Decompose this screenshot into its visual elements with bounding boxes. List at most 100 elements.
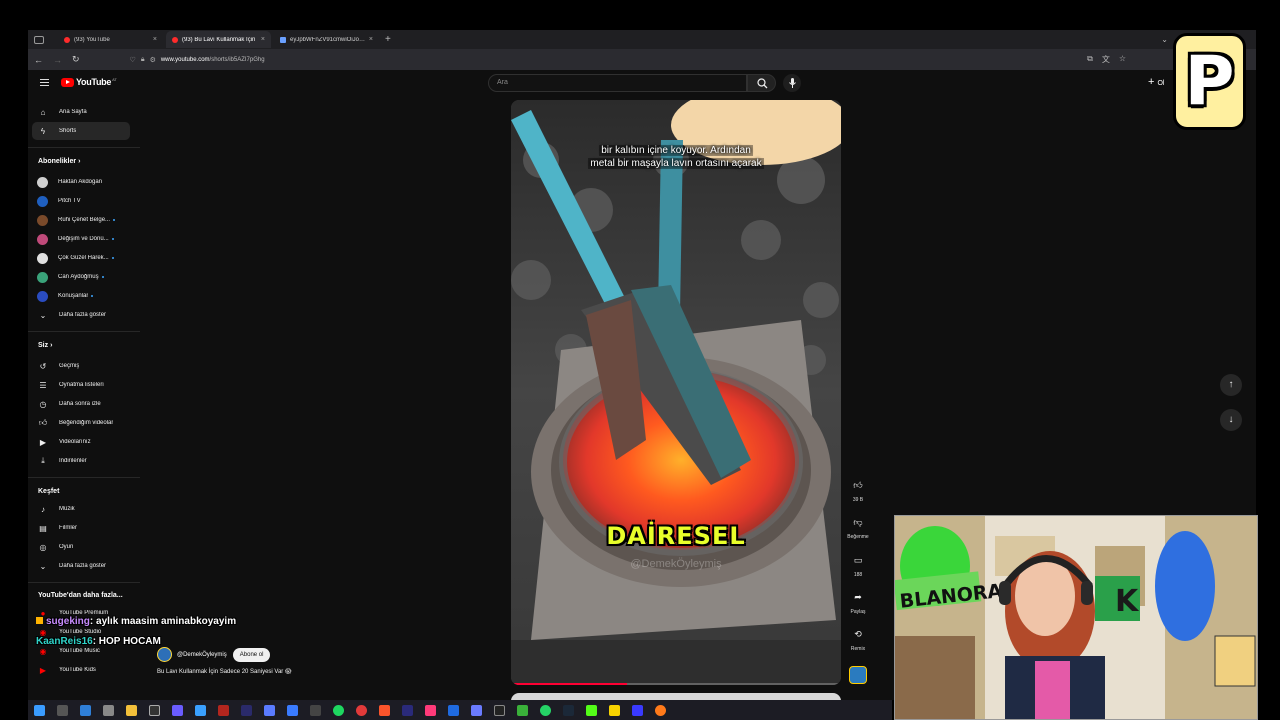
app-icon[interactable] bbox=[310, 704, 321, 716]
app-icon[interactable] bbox=[632, 704, 643, 716]
remix-icon: ⟲ bbox=[854, 629, 862, 639]
sidebar-item-music[interactable]: ♪ Müzik bbox=[32, 500, 130, 518]
subscriptions-header[interactable]: Abonelikler › bbox=[38, 158, 80, 165]
sidebar-item-your-videos[interactable]: ▶ Videolarınız bbox=[32, 433, 130, 451]
spotify-icon[interactable] bbox=[333, 704, 344, 716]
sidebar-sub-cok-guzel[interactable]: Çok Güzel Harek... bbox=[32, 249, 130, 267]
tab-image-url[interactable]: eyJpbWFnZV91cmwiOiJodHRw × bbox=[274, 31, 379, 48]
window-menu-icon[interactable] bbox=[34, 35, 44, 44]
short-video-player[interactable]: bir kalıbın içine koyuyor. Ardından meta… bbox=[511, 100, 841, 685]
sidebar-show-more[interactable]: ⌄ Daha fazla göster bbox=[32, 306, 130, 324]
app-icon[interactable] bbox=[287, 704, 298, 716]
site-info-icon[interactable]: ♡ bbox=[130, 56, 136, 64]
app-icon[interactable] bbox=[517, 704, 528, 716]
close-tab-icon[interactable]: × bbox=[261, 36, 265, 43]
translate-icon[interactable]: 文 bbox=[1102, 54, 1110, 65]
sidebar-item-yt-kids[interactable]: ▶ YouTube Kids bbox=[32, 661, 130, 679]
screen: (93) YouTube × (93) Bu Lavı Kullanmak İç… bbox=[0, 0, 1280, 720]
share-button[interactable]: ➦ Paylaş bbox=[845, 587, 871, 615]
short-title[interactable]: Bu Lavı Kullanmak İçin Sadece 20 Saniyes… bbox=[157, 668, 291, 675]
task-view-icon[interactable] bbox=[57, 704, 68, 716]
sidebar-item-liked[interactable]: 👍︎ Beğendiğim videolar bbox=[32, 414, 130, 432]
sidebar-sub-haktan[interactable]: Haktan Akdogan bbox=[32, 173, 130, 191]
create-button[interactable]: + Ol bbox=[1148, 76, 1164, 88]
app-icon[interactable] bbox=[471, 704, 482, 716]
menu-hamburger-icon[interactable] bbox=[40, 79, 49, 86]
channel-name[interactable]: @DemekÖyleymiş bbox=[177, 652, 227, 658]
app-icon[interactable] bbox=[264, 704, 275, 716]
sidebar-item-home[interactable]: ⌂ Ana Sayfa bbox=[32, 103, 130, 121]
kick-icon[interactable] bbox=[586, 704, 597, 716]
start-icon[interactable] bbox=[34, 704, 45, 716]
sidebar-item-downloads[interactable]: ⤓ İndirilenler bbox=[32, 452, 130, 470]
chevron-down-icon: ⌄ bbox=[39, 561, 47, 571]
search-input[interactable]: Ara bbox=[488, 74, 747, 92]
url-field[interactable]: ♡ 🔒︎ ⚙ www.youtube.com/shorts/ib5AZI7pGh… bbox=[130, 56, 265, 64]
sidebar-sub-konusanlar[interactable]: Konuşanlar bbox=[32, 287, 130, 305]
sidebar-item-shorts[interactable]: ϟ Shorts bbox=[32, 122, 130, 140]
dislike-button[interactable]: 👎︎ Beğenme bbox=[845, 512, 871, 540]
sidebar-item-films[interactable]: ▤ Filmler bbox=[32, 519, 130, 537]
page-favicon-icon bbox=[280, 36, 286, 43]
sidebar-item-label: YouTube Kids bbox=[59, 667, 96, 673]
premiere-icon[interactable] bbox=[402, 704, 413, 716]
like-button[interactable]: 👍︎ 39 B bbox=[845, 475, 871, 503]
whatsapp-icon[interactable] bbox=[540, 704, 551, 716]
sidebar-item-label: Daha sonra izle bbox=[59, 401, 101, 407]
reload-icon[interactable]: ↻ bbox=[72, 54, 80, 65]
tab-youtube-home[interactable]: (93) YouTube × bbox=[58, 31, 163, 48]
app-icon[interactable] bbox=[103, 704, 114, 716]
forward-icon[interactable]: → bbox=[53, 55, 62, 65]
previous-short-button[interactable]: ↑ bbox=[1220, 374, 1242, 396]
webcam-image: K BLANORA bbox=[895, 516, 1257, 719]
bookmark-star-icon[interactable]: ☆ bbox=[1119, 54, 1126, 65]
discord-icon[interactable] bbox=[172, 704, 183, 716]
capcut-icon[interactable] bbox=[494, 704, 505, 716]
file-explorer-icon[interactable] bbox=[126, 704, 137, 716]
app-icon[interactable] bbox=[195, 704, 206, 716]
sidebar-item-watch-later[interactable]: ◷ Daha sonra izle bbox=[32, 395, 130, 413]
edge-icon[interactable] bbox=[80, 704, 91, 716]
search-button[interactable] bbox=[747, 74, 776, 92]
next-short-button[interactable]: ↓ bbox=[1220, 409, 1242, 431]
sidebar-item-playlists[interactable]: ☰ Oynatma listeleri bbox=[32, 376, 130, 394]
lock-icon[interactable]: 🔒︎ bbox=[141, 56, 145, 64]
firefox-icon[interactable] bbox=[655, 704, 666, 716]
video-subtitle: bir kalıbın içine koyuyor. Ardından meta… bbox=[511, 144, 841, 170]
steam-icon[interactable] bbox=[563, 704, 574, 716]
illustrator-icon[interactable] bbox=[218, 704, 229, 716]
comments-button[interactable]: ▭ 188 bbox=[845, 550, 871, 578]
chat-badge-icon bbox=[36, 617, 43, 624]
app-icon[interactable] bbox=[425, 704, 436, 716]
you-header[interactable]: Siz › bbox=[38, 342, 52, 349]
remix-button[interactable]: ⟲ Remix bbox=[845, 624, 871, 652]
sidebar-item-history[interactable]: ↺ Geçmiş bbox=[32, 357, 130, 375]
video-progress-bar[interactable] bbox=[511, 683, 841, 685]
obs-icon[interactable] bbox=[149, 704, 160, 716]
sidebar-sub-can[interactable]: Can Aydoğmuş bbox=[32, 268, 130, 286]
after-effects-icon[interactable] bbox=[241, 704, 252, 716]
sidebar-item-gaming[interactable]: ◎ Oyun bbox=[32, 538, 130, 556]
tab-list-chevron-icon[interactable]: ⌄ bbox=[1161, 35, 1168, 44]
chrome-icon[interactable] bbox=[356, 704, 367, 716]
sidebar-sub-degisim[interactable]: Değişim ve Dönü... bbox=[32, 230, 130, 248]
channel-avatar-thumb[interactable] bbox=[849, 666, 867, 684]
sidebar-item-label: Ruhi Çenet Belge... bbox=[58, 217, 111, 223]
chat-message: KaanReis16: HOP HOCAM bbox=[36, 632, 236, 652]
sidebar-sub-ruhi[interactable]: Ruhi Çenet Belge... bbox=[32, 211, 130, 229]
youtube-logo[interactable]: YouTube AT bbox=[61, 77, 117, 87]
brave-icon[interactable] bbox=[379, 704, 390, 716]
back-icon[interactable]: ← bbox=[34, 55, 43, 65]
sidebar-show-more-explore[interactable]: ⌄ Daha fazla göster bbox=[32, 557, 130, 575]
subscribe-button[interactable]: Abone ol bbox=[232, 647, 271, 662]
install-app-icon[interactable]: ⧉ bbox=[1087, 54, 1093, 65]
photoshop-icon[interactable] bbox=[448, 704, 459, 716]
site-settings-icon[interactable]: ⚙ bbox=[150, 56, 156, 64]
tab-short-active[interactable]: (93) Bu Lavı Kullanmak İçin × bbox=[166, 31, 271, 48]
voice-search-button[interactable] bbox=[783, 74, 801, 92]
app-icon[interactable] bbox=[609, 704, 620, 716]
sidebar-sub-pitch-tv[interactable]: Pitch TV bbox=[32, 192, 130, 210]
close-tab-icon[interactable]: × bbox=[153, 36, 157, 43]
new-tab-icon[interactable]: + bbox=[385, 34, 391, 45]
close-tab-icon[interactable]: × bbox=[369, 36, 373, 43]
